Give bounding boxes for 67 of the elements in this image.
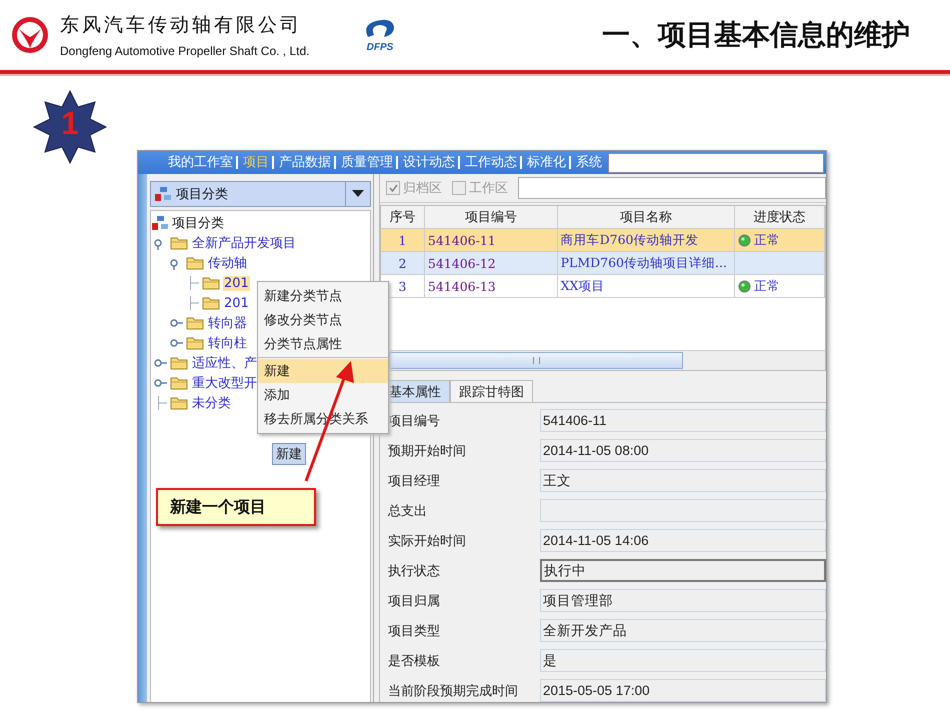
checkbox-label: 归档区: [403, 180, 442, 197]
input-field[interactable]: 执行中: [540, 559, 826, 582]
menu-item[interactable]: 修改分类节点: [258, 308, 388, 332]
field-label: 执行状态: [388, 562, 441, 580]
table-cell: 2: [381, 252, 425, 274]
table-cell: 1: [381, 229, 425, 251]
input-field[interactable]: 项目管理部: [540, 589, 826, 612]
input-field[interactable]: 全新开发产品: [540, 619, 826, 642]
tree-item[interactable]: 重大改型开: [191, 374, 258, 392]
menu-item[interactable]: 标准化: [525, 156, 571, 169]
tree-item[interactable]: 适应性、产: [191, 354, 258, 372]
field-label: 项目归属: [388, 592, 441, 610]
status-text: 正常: [754, 278, 780, 294]
menu-item[interactable]: 工作动态: [463, 156, 522, 169]
input-field[interactable]: 2015-05-05 17:00: [540, 679, 826, 702]
input-field[interactable]: 2014-11-05 08:00: [540, 439, 826, 462]
menu-item[interactable]: 产品数据: [277, 156, 336, 169]
table-cell: 541406-11: [424, 229, 558, 251]
checkbox-label: 工作区: [469, 180, 508, 197]
menu-item[interactable]: 分类节点属性: [258, 332, 388, 356]
table-cell: PLMD760传动轴项目详细...: [558, 252, 736, 274]
column-header[interactable]: 项目名称: [558, 206, 736, 228]
menu-item[interactable]: 设计动态: [401, 156, 460, 169]
table-cell: 541406-12: [424, 252, 558, 274]
field-label: 项目类型: [388, 622, 441, 640]
field-label: 总支出: [388, 502, 428, 520]
menu-item[interactable]: 系统: [574, 156, 605, 169]
step-badge: 1: [32, 89, 108, 165]
table-cell: 541406-13: [424, 275, 558, 297]
input-field[interactable]: 是: [540, 649, 826, 672]
tree-item[interactable]: 201: [223, 276, 250, 290]
tree-item[interactable]: 201: [223, 296, 250, 310]
field-label: 预期开始时间: [388, 442, 467, 460]
field-label: 项目编号: [388, 412, 441, 430]
tree-item[interactable]: 全新产品开发项目: [191, 234, 297, 252]
field-label: 是否模板: [388, 652, 441, 670]
tab[interactable]: 跟踪甘特图: [450, 380, 533, 402]
tooltip: 新建: [272, 443, 306, 465]
callout: 新建一个项目: [156, 488, 316, 526]
menu-item[interactable]: 新建: [258, 359, 388, 383]
tree-item[interactable]: 未分类: [191, 394, 232, 412]
table-cell: 商用车D760传动轴开发: [558, 229, 736, 251]
field-label: 项目经理: [388, 472, 441, 490]
input-field[interactable]: 541406-11: [540, 409, 826, 432]
column-header[interactable]: 序号: [381, 206, 425, 228]
tree-item[interactable]: 转向柱: [207, 334, 248, 352]
tree-item[interactable]: 传动轴: [207, 254, 248, 272]
table-cell: XX项目: [558, 275, 736, 297]
menu-item[interactable]: 质量管理: [339, 156, 398, 169]
column-header[interactable]: 进度状态: [735, 206, 825, 228]
table-row[interactable]: 1 541406-11 商用车D760传动轴开发 正常: [381, 229, 825, 252]
tree-root-item[interactable]: 项目分类: [171, 214, 225, 232]
slide-title: 一、项目基本信息的维护: [602, 17, 911, 53]
company-name: 东风汽车传动轴有限公司: [60, 13, 303, 38]
input-field[interactable]: 2014-11-05 14:06: [540, 529, 826, 552]
column-header[interactable]: 项目编号: [424, 206, 558, 228]
field-label: 实际开始时间: [388, 532, 467, 550]
field-label: 当前阶段预期完成时间: [388, 682, 519, 700]
company-name-english: Dongfeng Automotive Propeller Shaft Co. , Ltd.: [60, 44, 310, 58]
input-field[interactable]: 王文: [540, 469, 826, 492]
table-row[interactable]: 2 541406-12 PLMD760传动轴项目详细...: [381, 252, 825, 275]
status-text: 正常: [754, 232, 780, 248]
logo-text: DFPS: [366, 43, 394, 53]
tree-item[interactable]: 转向器: [207, 314, 248, 332]
menu-item[interactable]: 移去所属分类关系: [258, 407, 388, 431]
category-dropdown[interactable]: 项目分类: [150, 181, 371, 207]
menu-item[interactable]: 我的工作室: [166, 156, 238, 169]
